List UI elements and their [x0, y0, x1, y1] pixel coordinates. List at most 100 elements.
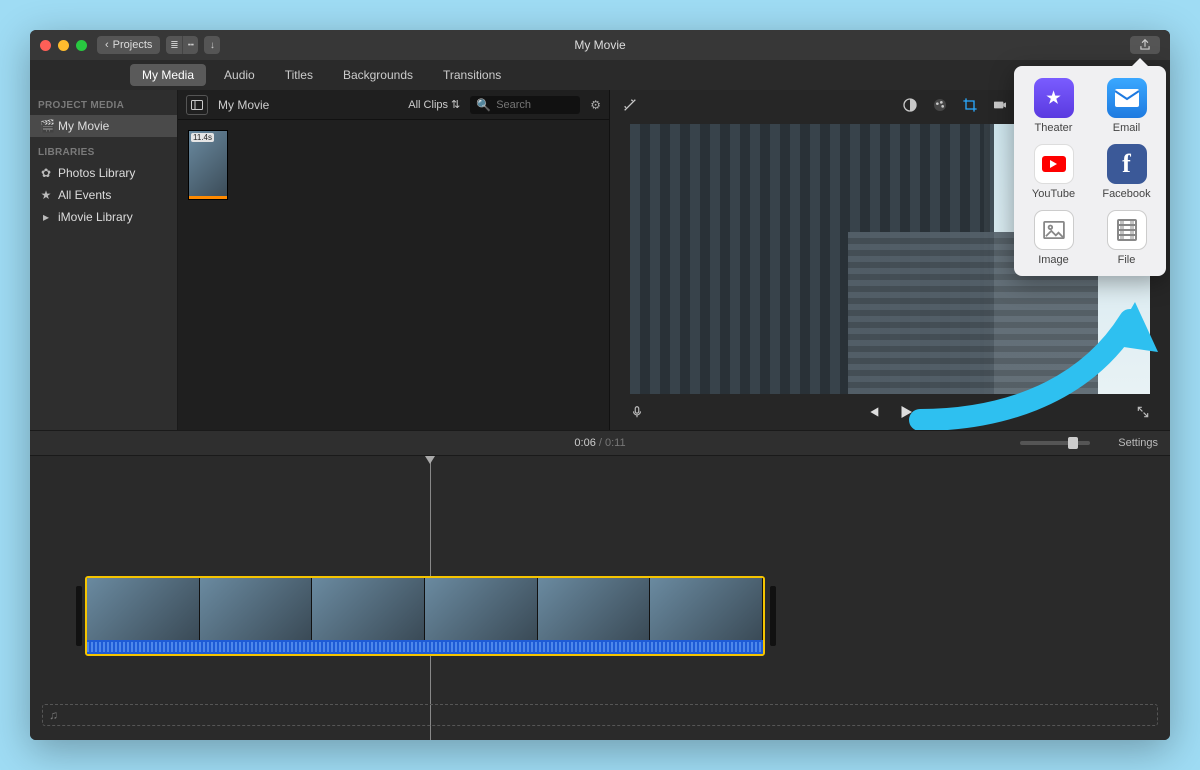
microphone-icon	[630, 404, 644, 420]
flower-icon: ✿	[40, 166, 52, 180]
zoom-slider[interactable]	[1020, 441, 1090, 445]
color-balance-button[interactable]	[902, 97, 918, 113]
media-browser: My Movie All Clips ⇅ 🔍 ⚙ 11.4s	[178, 90, 610, 430]
music-note-icon: ♫	[49, 708, 58, 722]
clip-filter-label: All Clips	[408, 99, 448, 111]
sidebar: PROJECT MEDIA 🎬 My Movie LIBRARIES ✿ Pho…	[30, 90, 178, 430]
search-input[interactable]	[496, 99, 576, 111]
music-track[interactable]: ♫	[42, 704, 1158, 726]
disclosure-triangle-icon: ▸	[40, 210, 52, 224]
sidebar-item-my-movie[interactable]: 🎬 My Movie	[30, 115, 177, 137]
crop-button[interactable]	[962, 97, 978, 113]
playback-time: 0:06 / 0:11	[574, 437, 625, 449]
clip-trim-handle-left[interactable]	[76, 586, 82, 646]
facebook-icon: f	[1107, 144, 1147, 184]
file-icon	[1107, 210, 1147, 250]
skip-back-icon	[865, 404, 881, 420]
tab-backgrounds[interactable]: Backgrounds	[331, 64, 425, 86]
gear-icon: ⚙	[590, 98, 601, 112]
clapper-icon: 🎬	[40, 119, 52, 133]
theater-icon: ★	[1034, 78, 1074, 118]
play-button[interactable]	[897, 403, 915, 421]
share-label: Theater	[1035, 122, 1073, 134]
media-clip[interactable]: 11.4s	[188, 130, 228, 200]
search-field[interactable]: 🔍	[470, 96, 580, 114]
timeline-settings-button[interactable]: Settings	[1118, 437, 1158, 449]
sidebar-icon	[191, 100, 203, 110]
total-time: 0:11	[605, 437, 626, 449]
sidebar-item-all-events[interactable]: ★ All Events	[30, 184, 177, 206]
share-label: Image	[1038, 254, 1069, 266]
timeline[interactable]: ♫	[30, 456, 1170, 740]
wand-icon	[622, 97, 638, 113]
star-icon: ★	[40, 188, 52, 202]
app-window: ‹ Projects ≣ ╍ ↓ My Movie My Media Audio…	[30, 30, 1170, 740]
share-theater[interactable]: ★ Theater	[1022, 78, 1085, 134]
browser-project-label: My Movie	[218, 98, 269, 112]
share-file[interactable]: File	[1095, 210, 1158, 266]
import-button[interactable]: ↓	[204, 36, 220, 54]
sidebar-item-label: Photos Library	[58, 166, 135, 180]
tab-transitions[interactable]: Transitions	[431, 64, 513, 86]
clip-audio-waveform	[87, 640, 763, 654]
sidebar-header-libraries: LIBRARIES	[30, 143, 177, 162]
share-button[interactable]	[1130, 36, 1160, 54]
share-image[interactable]: Image	[1022, 210, 1085, 266]
stabilization-button[interactable]	[992, 97, 1008, 113]
titlebar: ‹ Projects ≣ ╍ ↓ My Movie	[30, 30, 1170, 60]
clip-trim-handle-right[interactable]	[770, 586, 776, 646]
voiceover-button[interactable]	[630, 404, 644, 420]
sidebar-item-label: My Movie	[58, 119, 109, 133]
chevron-left-icon: ‹	[105, 39, 109, 51]
close-window-button[interactable]	[40, 40, 51, 51]
sidebar-item-label: All Events	[58, 188, 111, 202]
clip-grid: 11.4s	[178, 120, 609, 430]
prev-frame-button[interactable]	[865, 404, 881, 420]
tab-my-media[interactable]: My Media	[130, 64, 206, 86]
share-label: Facebook	[1102, 188, 1150, 200]
email-icon	[1107, 78, 1147, 118]
zoom-window-button[interactable]	[76, 40, 87, 51]
fullscreen-button[interactable]	[1136, 405, 1150, 419]
clip-filter-dropdown[interactable]: All Clips ⇅	[408, 98, 460, 111]
projects-back-button[interactable]: ‹ Projects	[97, 36, 160, 54]
library-view-toggle[interactable]: ≣ ╍	[166, 36, 198, 54]
playback-controls	[610, 394, 1170, 430]
contrast-icon	[902, 97, 918, 113]
sidebar-item-photos-library[interactable]: ✿ Photos Library	[30, 162, 177, 184]
timeline-clip[interactable]	[85, 576, 765, 656]
share-youtube[interactable]: YouTube	[1022, 144, 1085, 200]
share-icon	[1138, 38, 1152, 52]
sidebar-item-imovie-library[interactable]: ▸ iMovie Library	[30, 206, 177, 228]
share-label: File	[1118, 254, 1136, 266]
window-controls	[40, 40, 87, 51]
play-icon	[897, 403, 915, 421]
share-label: Email	[1113, 122, 1141, 134]
zoom-knob[interactable]	[1068, 437, 1078, 449]
image-icon	[1034, 210, 1074, 250]
clip-used-indicator	[189, 196, 227, 199]
share-popover: ★ Theater Email YouTube f Facebook	[1014, 66, 1166, 276]
clip-duration-badge: 11.4s	[191, 133, 214, 142]
sidebar-header-project-media: PROJECT MEDIA	[30, 96, 177, 115]
upper-pane: PROJECT MEDIA 🎬 My Movie LIBRARIES ✿ Pho…	[30, 90, 1170, 430]
toggle-sidebar-button[interactable]	[186, 95, 208, 115]
search-icon: 🔍	[476, 98, 491, 112]
window-title: My Movie	[30, 38, 1170, 52]
youtube-icon	[1034, 144, 1074, 184]
share-email[interactable]: Email	[1095, 78, 1158, 134]
enhance-wand-button[interactable]	[622, 97, 638, 113]
camera-icon	[992, 97, 1008, 113]
chevrons-icon: ⇅	[451, 98, 460, 111]
expand-icon	[1136, 405, 1150, 419]
tab-audio[interactable]: Audio	[212, 64, 267, 86]
minimize-window-button[interactable]	[58, 40, 69, 51]
download-arrow-icon: ↓	[204, 36, 220, 54]
list-view-icon: ≣	[166, 36, 182, 54]
tab-titles[interactable]: Titles	[273, 64, 325, 86]
projects-label: Projects	[113, 39, 153, 51]
share-facebook[interactable]: f Facebook	[1095, 144, 1158, 200]
color-correction-button[interactable]	[932, 97, 948, 113]
browser-settings-button[interactable]: ⚙	[590, 98, 601, 112]
timeline-header: 0:06 / 0:11 Settings	[30, 430, 1170, 456]
